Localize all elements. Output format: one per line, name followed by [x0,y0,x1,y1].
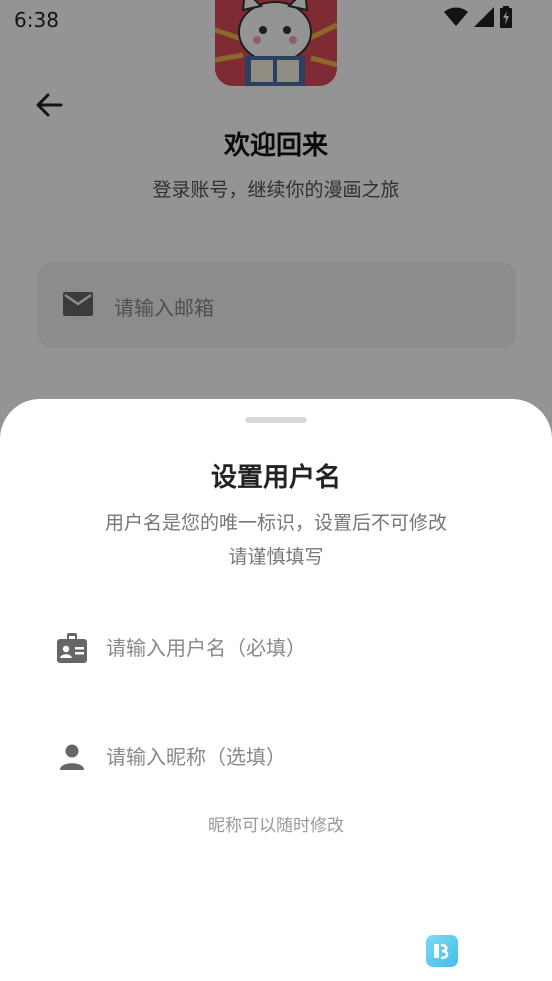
badge-icon [56,633,88,663]
username-field[interactable] [38,613,516,683]
nickname-field[interactable] [38,722,516,792]
sheet-description-line1: 用户名是您的唯一标识，设置后不可修改 [104,512,447,534]
sheet-description-line2: 请谨慎填写 [228,546,324,568]
nickname-hint: 昵称可以随时修改 [208,816,344,836]
username-setup-sheet: 设置用户名 用户名是您的唯一标识，设置后不可修改 请谨慎填写 请输入用户名（必填… [0,399,552,981]
nickname-input[interactable] [106,736,486,778]
sheet-title: 设置用户名 [210,463,341,493]
watermark-icon [426,935,458,967]
watermark-logo [426,933,536,969]
drag-handle[interactable] [245,417,307,423]
sheet-description: 用户名是您的唯一标识，设置后不可修改 请谨慎填写 [0,506,552,574]
login-screen: 6:38 欢迎回来 登录账号，继续你的漫画之旅 请输入邮箱 设置用户名 用户名是… [0,0,552,981]
username-input[interactable] [106,627,486,669]
person-icon [56,742,88,772]
